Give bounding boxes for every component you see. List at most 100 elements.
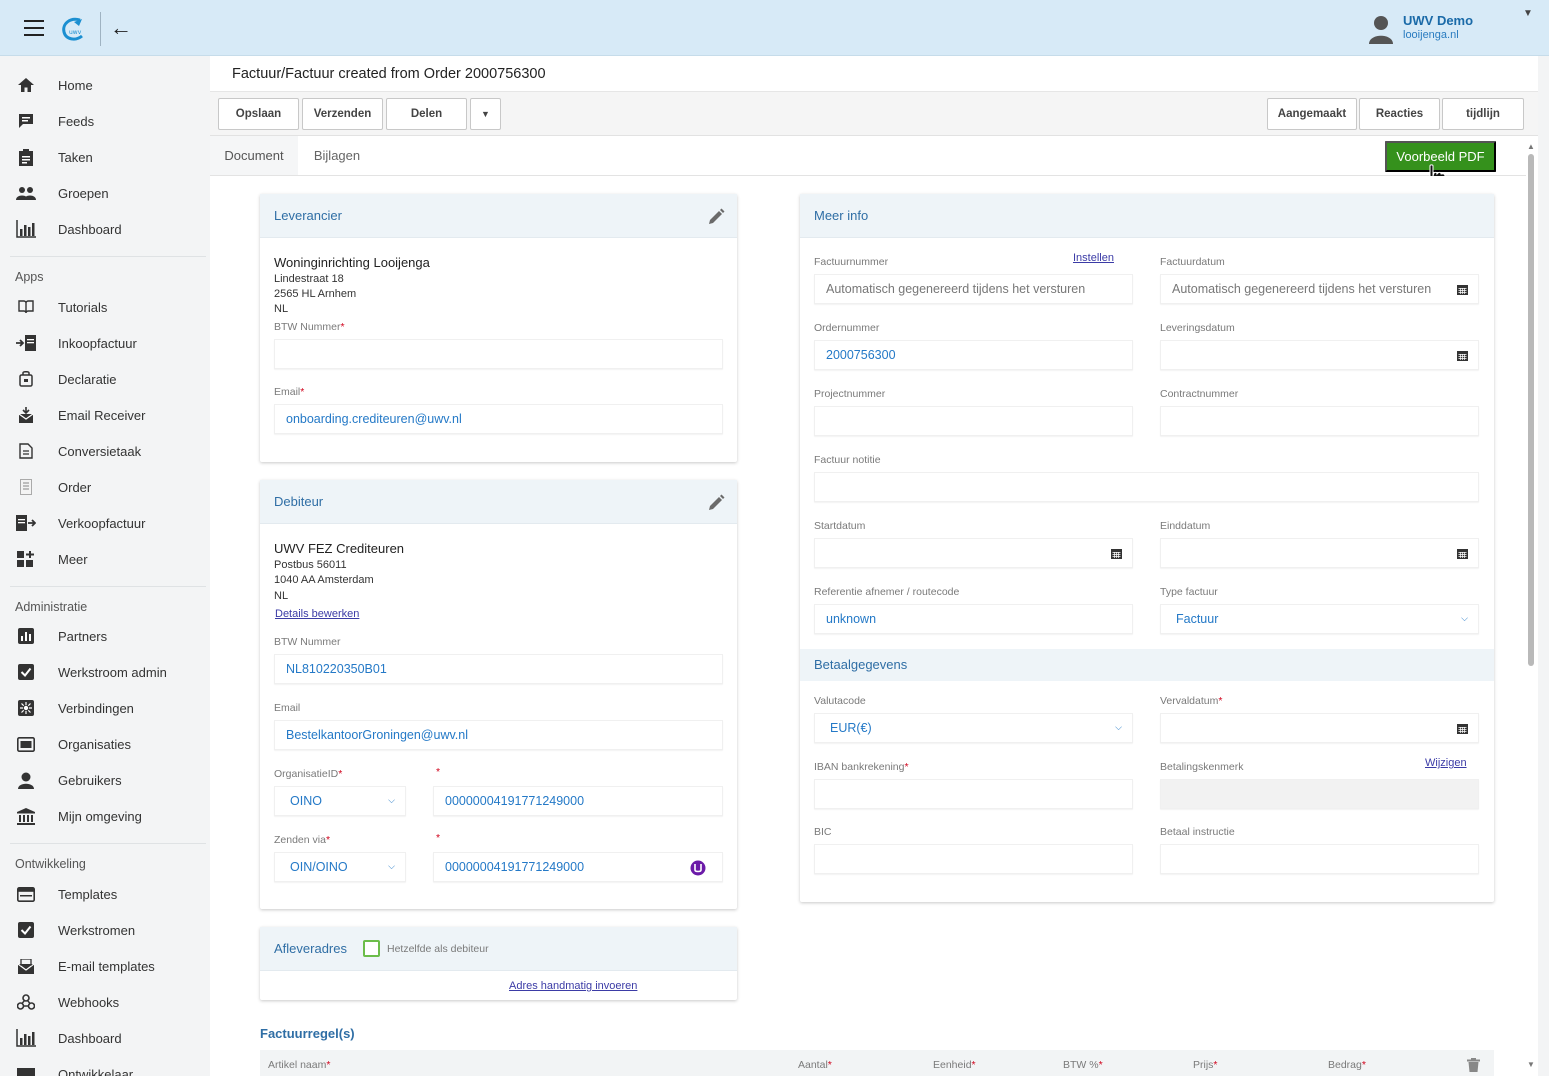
reference-input[interactable]: unknown [814,604,1133,634]
scrollbar-thumb[interactable] [1528,154,1534,666]
currency-select[interactable]: EUR(€) ⌵ [814,713,1133,743]
invoice-number-label: Factuurnummer [814,256,889,268]
invoice-type-select[interactable]: Factuur ⌵ [1160,604,1479,634]
more-icon [16,550,36,568]
delivery-date-input[interactable] [1160,340,1479,370]
hamburger-menu-icon[interactable] [24,20,44,36]
supplier-vat-label: BTW Nummer* [274,321,345,333]
share-button[interactable]: Delen [386,98,467,130]
change-link[interactable]: Wijzigen [1425,757,1467,769]
debtor-org-id-input[interactable]: 00000004191771249000 [433,786,723,816]
project-number-label: Projectnummer [814,388,886,400]
same-as-debtor-checkbox[interactable] [363,940,380,957]
sidebar-item-label: Organisaties [58,736,131,752]
sidebar-item-inkoopfactuur[interactable]: Inkoopfactuur [0,325,210,361]
sidebar-item-label: E-mail templates [58,958,155,974]
sidebar-item-groepen[interactable]: Groepen [0,175,210,211]
sidebar-item-dev-dashboard[interactable]: Dashboard [0,1020,210,1056]
payment-instruction-input[interactable] [1160,844,1479,874]
sidebar: Home Feeds Taken Groepen Dashboard Apps … [0,56,210,1076]
back-arrow-icon[interactable]: ← [110,17,132,39]
debtor-vat-input[interactable]: NL810220350B01 [274,654,723,684]
checkbox-icon [16,921,36,939]
more-actions-dropdown-button[interactable]: ▼ [470,98,501,130]
sidebar-item-meer[interactable]: Meer [0,541,210,577]
tab-document[interactable]: Document [210,136,298,175]
start-date-input[interactable] [814,538,1133,568]
end-date-label: Einddatum [1160,520,1211,532]
main-content: Factuur/Factuur created from Order 20007… [210,56,1538,1076]
reactions-button[interactable]: Reacties [1359,98,1440,130]
calendar-icon[interactable] [1457,723,1468,734]
page-title: Factuur/Factuur created from Order 20007… [232,66,546,82]
order-number-input[interactable]: 2000756300 [814,340,1133,370]
sidebar-item-home[interactable]: Home [0,67,210,103]
invoice-date-input[interactable]: Automatisch gegenereerd tijdens het vers… [1160,274,1479,304]
contract-number-input[interactable] [1160,406,1479,436]
end-date-input[interactable] [1160,538,1479,568]
sidebar-item-declaratie[interactable]: Declaratie [0,361,210,397]
sidebar-item-templates[interactable]: Templates [0,876,210,912]
debtor-send-via-type-select[interactable]: OIN/OINO ⌵ [274,852,406,882]
sidebar-item-gebruikers[interactable]: Gebruikers [0,762,210,798]
iban-input[interactable] [814,779,1133,809]
invoice-note-input[interactable] [814,472,1479,502]
calendar-icon[interactable] [1457,350,1468,361]
sidebar-item-webhooks[interactable]: Webhooks [0,984,210,1020]
manual-address-link[interactable]: Adres handmatig invoeren [509,980,637,992]
supplier-street: Lindestraat 18 [274,273,344,285]
user-menu-caret-icon[interactable]: ▼ [1523,8,1533,19]
calendar-icon[interactable] [1457,548,1468,559]
edit-pencil-icon[interactable] [707,208,725,226]
sidebar-item-taken[interactable]: Taken [0,139,210,175]
supplier-vat-input[interactable] [274,339,723,369]
user-menu[interactable]: UWV Demo looijenga.nl ▼ [1368,8,1533,46]
sidebar-item-email-receiver[interactable]: Email Receiver [0,397,210,433]
supplier-email-input[interactable]: onboarding.crediteuren@uwv.nl [274,404,723,434]
tab-bijlagen[interactable]: Bijlagen [302,136,372,175]
sidebar-item-order[interactable]: Order [0,469,210,505]
invoice-date-value: Automatisch gegenereerd tijdens het vers… [1172,282,1432,296]
send-button[interactable]: Verzenden [302,98,383,130]
debtor-card-header: Debiteur [260,480,737,524]
sidebar-item-organisaties[interactable]: Organisaties [0,726,210,762]
sidebar-item-dashboard[interactable]: Dashboard [0,211,210,247]
debtor-edit-details-link[interactable]: Details bewerken [275,608,359,620]
debtor-org-id-type-select[interactable]: OINO ⌵ [274,786,406,816]
payment-reference-input[interactable] [1160,779,1479,809]
calendar-icon[interactable] [1457,284,1468,295]
configure-link[interactable]: Instellen [1073,252,1114,264]
due-date-input[interactable] [1160,713,1479,743]
order-number-label: Ordernummer [814,322,880,334]
sidebar-item-tutorials[interactable]: Tutorials [0,289,210,325]
project-number-input[interactable] [814,406,1133,436]
sidebar-item-ontwikkelaar[interactable]: Ontwikkelaar [0,1056,210,1076]
invoice-number-input[interactable]: Automatisch gegenereerd tijdens het vers… [814,274,1133,304]
sidebar-item-mijn-omgeving[interactable]: Mijn omgeving [0,798,210,834]
sidebar-item-werkstromen[interactable]: Werkstromen [0,912,210,948]
debtor-vat-label: BTW Nummer [274,636,341,648]
bic-input[interactable] [814,844,1133,874]
calendar-icon[interactable] [1111,548,1122,559]
trash-icon[interactable] [1467,1058,1480,1072]
sidebar-item-werkstroom-admin[interactable]: Werkstroom admin [0,654,210,690]
timeline-button[interactable]: tijdlijn [1442,98,1524,130]
email-receiver-icon [16,406,36,424]
edit-pencil-icon[interactable] [707,494,725,512]
save-button[interactable]: Opslaan [218,98,299,130]
sidebar-item-conversietaak[interactable]: Conversietaak [0,433,210,469]
created-button[interactable]: Aangemaakt [1267,98,1357,130]
scroll-down-arrow-icon[interactable]: ▼ [1527,1060,1535,1069]
debtor-send-via-input[interactable]: 00000004191771249000 [433,852,723,882]
uwv-logo-icon[interactable]: uwv [60,16,86,42]
sidebar-item-partners[interactable]: Partners [0,618,210,654]
delivery-heading: Afleveradres [274,941,347,956]
invoice-note-label: Factuur notitie [814,454,881,466]
sidebar-item-feeds[interactable]: Feeds [0,103,210,139]
debtor-email-input[interactable]: BestelkantoorGroningen@uwv.nl [274,720,723,750]
sidebar-item-verbindingen[interactable]: Verbindingen [0,690,210,726]
sidebar-item-email-templates[interactable]: E-mail templates [0,948,210,984]
reference-label: Referentie afnemer / routecode [814,586,960,598]
sidebar-item-verkoopfactuur[interactable]: Verkoopfactuur [0,505,210,541]
scroll-up-arrow-icon[interactable]: ▲ [1527,142,1535,151]
